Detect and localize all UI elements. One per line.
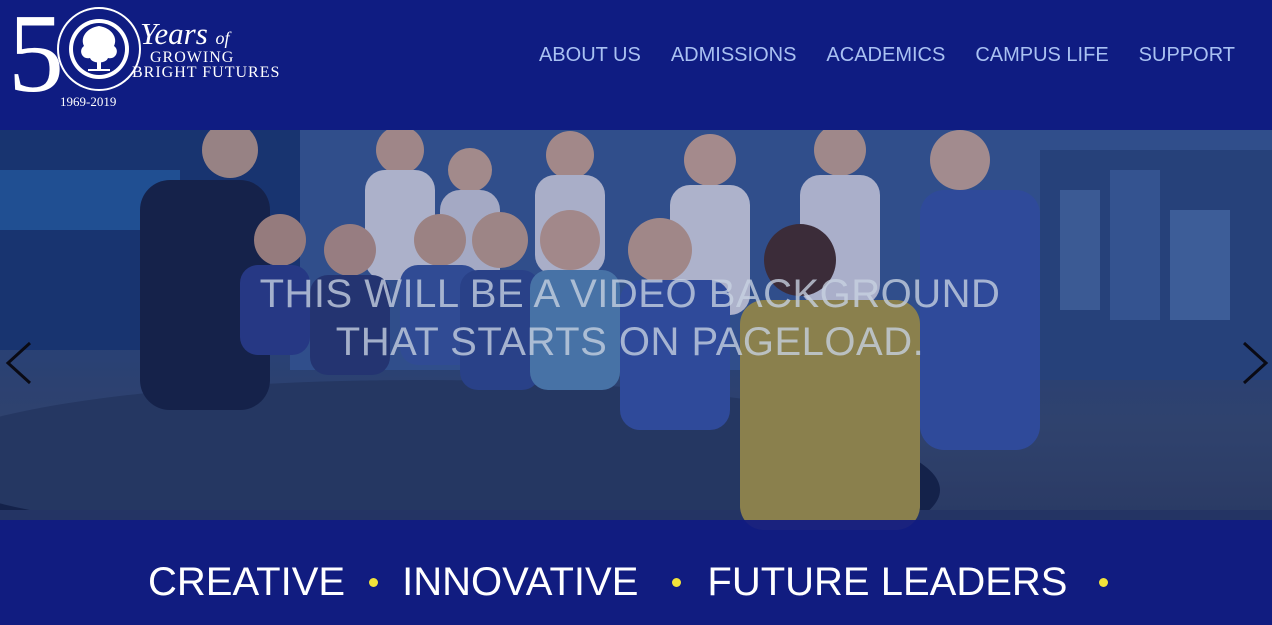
tagline-words: CREATIVE INNOVATIVE FUTURE LEADERS (148, 560, 1109, 605)
bullet-dot-icon (672, 578, 682, 587)
nav-admissions[interactable]: ADMISSIONS (671, 44, 797, 67)
chevron-right-icon[interactable] (1240, 340, 1270, 386)
nav-support[interactable]: SUPPORT (1139, 44, 1235, 67)
bullet-dot-icon (369, 578, 379, 587)
chevron-left-icon[interactable] (4, 340, 34, 386)
tagline-band: CREATIVE INNOVATIVE FUTURE LEADERS (0, 520, 1272, 625)
hero-caption: THIS WILL BE A VIDEO BACKGROUND THAT STA… (180, 270, 1080, 366)
tagline-future-leaders: FUTURE LEADERS (707, 560, 1068, 604)
tagline-innovative: INNOVATIVE (402, 560, 639, 604)
logo-bright-futures-text: BRIGHT FUTURES (132, 64, 281, 81)
nav-academics[interactable]: ACADEMICS (826, 44, 945, 67)
main-nav: ABOUT US ADMISSIONS ACADEMICS CAMPUS LIF… (539, 44, 1235, 67)
logo-years-text: Years of (140, 16, 230, 51)
site-header: 5 Years of GROWING BRIGHT FUTURES 1969-2… (0, 0, 1272, 130)
logo-dates: 1969-2019 (60, 94, 117, 109)
nav-campus-life[interactable]: CAMPUS LIFE (975, 44, 1108, 67)
school-seal-icon (57, 7, 141, 91)
hero-caption-line1: THIS WILL BE A VIDEO BACKGROUND (259, 272, 1001, 316)
nav-about-us[interactable]: ABOUT US (539, 44, 641, 67)
school-logo[interactable]: 5 Years of GROWING BRIGHT FUTURES 1969-2… (8, 0, 298, 122)
bullet-dot-icon (1099, 578, 1109, 587)
hero-caption-line2: THAT STARTS ON PAGELOAD. (335, 320, 925, 364)
tagline-creative: CREATIVE (148, 560, 346, 604)
